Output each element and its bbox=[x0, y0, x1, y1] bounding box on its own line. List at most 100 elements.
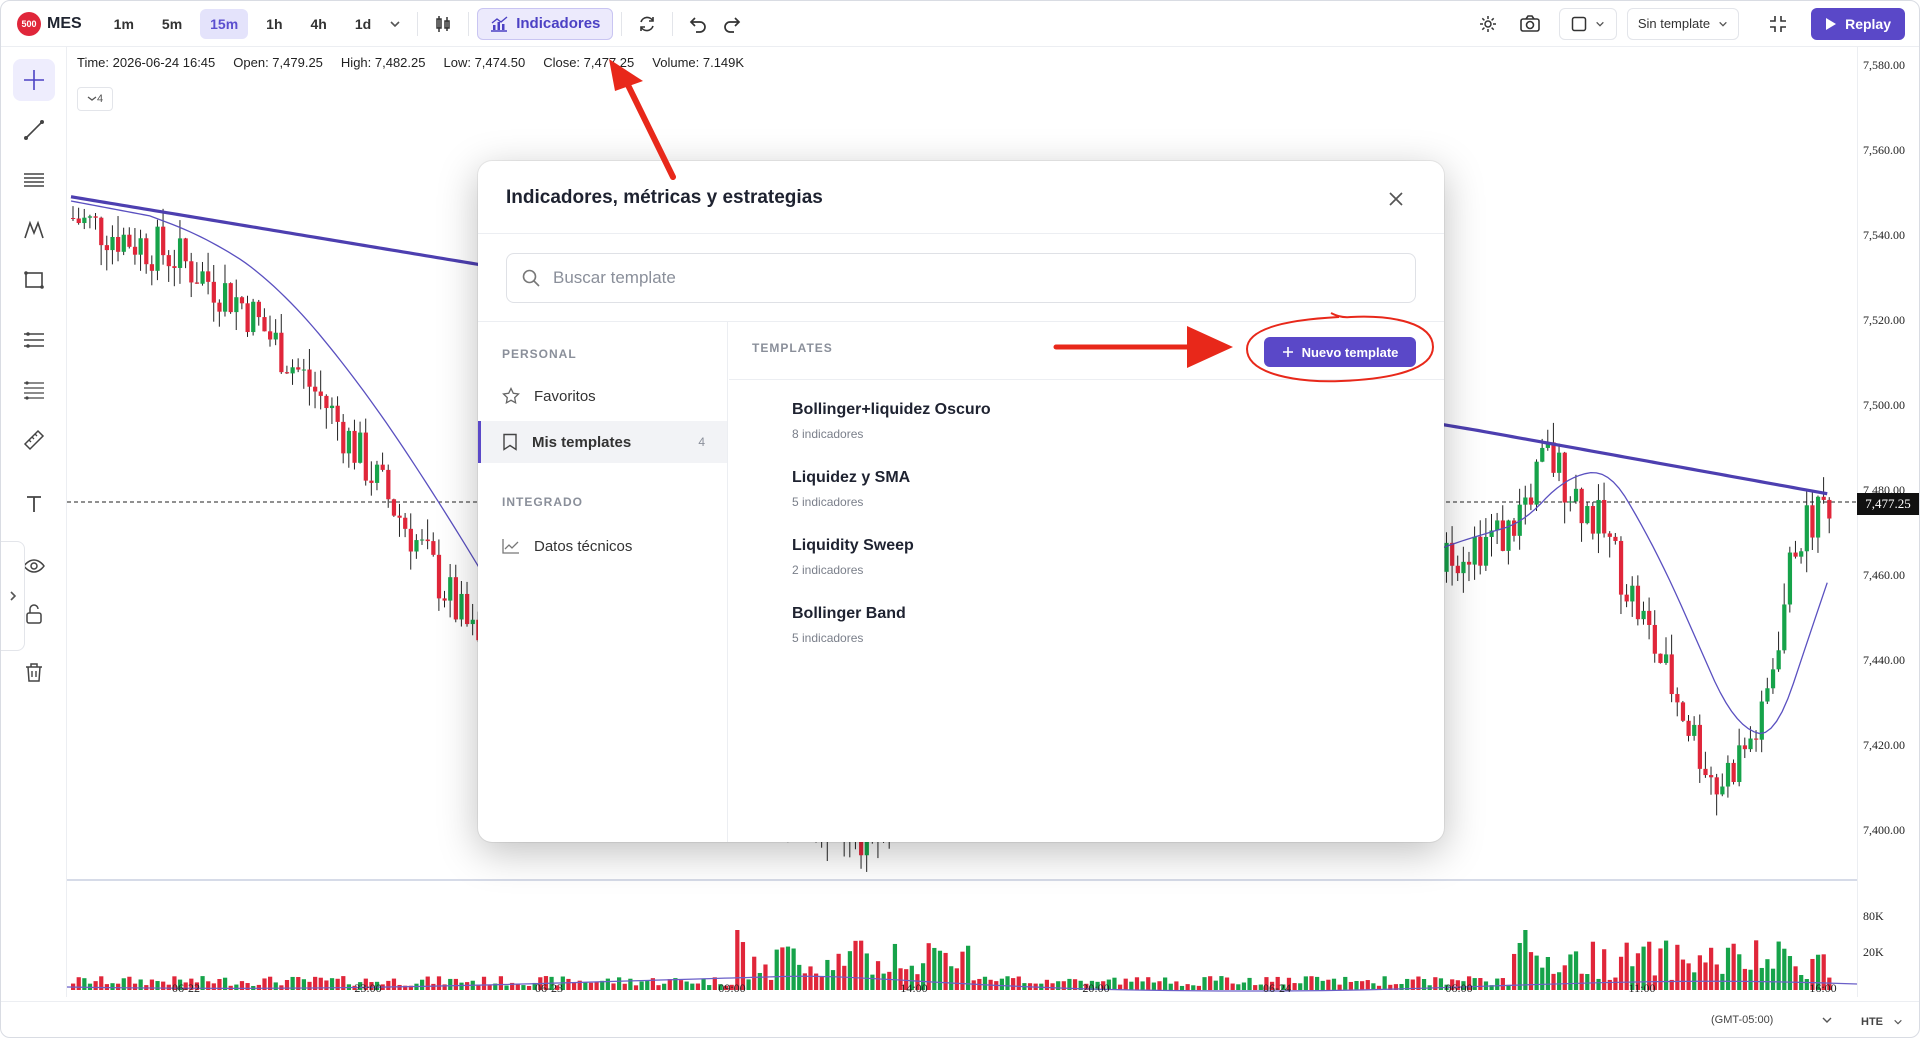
templates-header: TEMPLATES bbox=[752, 341, 833, 355]
new-template-button[interactable]: Nuevo template bbox=[1264, 337, 1416, 367]
timeframe-4h[interactable]: 4h bbox=[301, 9, 337, 39]
template-search-field[interactable] bbox=[506, 253, 1416, 303]
volume-bar bbox=[1191, 985, 1196, 990]
nav-mis-templates[interactable]: Mis templates 4 bbox=[478, 421, 727, 463]
volume-bar bbox=[1140, 981, 1145, 990]
redo-icon[interactable] bbox=[715, 7, 749, 41]
candle bbox=[1557, 443, 1562, 482]
candle bbox=[110, 225, 115, 265]
candle bbox=[329, 397, 335, 424]
volume-bar bbox=[1714, 964, 1719, 990]
trash-icon[interactable] bbox=[13, 651, 55, 693]
template-search-input[interactable] bbox=[553, 268, 1353, 288]
chevron-down-icon[interactable] bbox=[1821, 1014, 1833, 1026]
volume-bar bbox=[1050, 983, 1055, 990]
candle bbox=[166, 250, 171, 282]
line-chart-icon bbox=[502, 539, 519, 554]
crosshair-tool-icon[interactable] bbox=[13, 59, 55, 101]
text-tool-icon[interactable] bbox=[13, 483, 55, 525]
timezone-label[interactable]: (GMT-05:00) bbox=[1711, 1014, 1773, 1026]
volume-bar bbox=[583, 982, 588, 990]
timeframe-1d[interactable]: 1d bbox=[345, 9, 381, 39]
horizontal-lines-tool-icon[interactable] bbox=[13, 159, 55, 201]
symbol-badge: 500 bbox=[17, 11, 41, 36]
price-axis[interactable] bbox=[1857, 47, 1919, 997]
chevron-down-icon[interactable] bbox=[1893, 1017, 1903, 1027]
candle bbox=[217, 299, 222, 327]
undo-icon[interactable] bbox=[681, 7, 715, 41]
volume-bar bbox=[1016, 976, 1021, 990]
nav-datos-tecnicos[interactable]: Datos técnicos bbox=[478, 525, 727, 567]
candle bbox=[1759, 690, 1764, 753]
candle bbox=[1742, 737, 1748, 759]
template-item[interactable]: Liquidez y SMA 5 indicadores bbox=[792, 469, 1292, 509]
volume-bar bbox=[656, 985, 661, 990]
candle bbox=[211, 265, 216, 322]
volume-bar bbox=[1573, 951, 1579, 990]
volume-bar bbox=[1123, 978, 1128, 990]
fib-levels-tool-icon[interactable] bbox=[13, 319, 55, 361]
fullscreen-collapse-icon[interactable] bbox=[1761, 7, 1795, 41]
candle bbox=[1799, 548, 1804, 564]
candle bbox=[1545, 429, 1551, 451]
nav-favoritos[interactable]: Favoritos bbox=[478, 375, 727, 417]
volume-bar bbox=[1044, 979, 1050, 990]
volume-bar bbox=[324, 980, 329, 990]
symbol-selector[interactable]: 500 MES bbox=[17, 11, 82, 36]
session-mode-label[interactable]: HTE bbox=[1861, 1016, 1883, 1028]
play-icon bbox=[1826, 17, 1837, 30]
divider bbox=[478, 233, 1444, 234]
volume-bar bbox=[1134, 977, 1140, 990]
volume-bar bbox=[1697, 955, 1702, 990]
template-select[interactable]: Sin template bbox=[1626, 7, 1740, 40]
close-icon[interactable] bbox=[1384, 187, 1408, 211]
candlestick-type-icon[interactable] bbox=[426, 7, 460, 41]
layout-select[interactable] bbox=[1558, 7, 1617, 40]
candle bbox=[1703, 751, 1708, 778]
volume-bar bbox=[797, 964, 802, 990]
replay-button[interactable]: Replay bbox=[1811, 7, 1905, 40]
parallel-channel-tool-icon[interactable] bbox=[13, 369, 55, 411]
indicator-count-chip[interactable]: 4 bbox=[77, 87, 113, 111]
indicators-button[interactable]: Indicadores bbox=[477, 7, 614, 40]
candle bbox=[307, 348, 312, 406]
refresh-icon[interactable] bbox=[630, 7, 664, 41]
volume-bar bbox=[453, 978, 458, 990]
template-item[interactable]: Bollinger Band 5 indicadores bbox=[792, 605, 1292, 645]
volume-bar bbox=[1326, 979, 1331, 990]
volume-bar bbox=[690, 983, 695, 990]
candle bbox=[1450, 526, 1455, 586]
volume-bar bbox=[768, 979, 774, 990]
trend-line-tool-icon[interactable] bbox=[13, 109, 55, 151]
candle bbox=[177, 220, 183, 284]
template-item[interactable]: Liquidity Sweep 2 indicadores bbox=[792, 537, 1292, 577]
ruler-tool-icon[interactable] bbox=[13, 419, 55, 461]
template-item[interactable]: Bollinger+liquidez Oscuro 8 indicadores bbox=[792, 401, 1292, 441]
candle bbox=[279, 314, 284, 374]
volume-bar bbox=[1782, 948, 1787, 990]
rectangle-tool-icon[interactable] bbox=[13, 259, 55, 301]
volume-bar bbox=[662, 983, 667, 990]
timeframe-1h[interactable]: 1h bbox=[256, 9, 292, 39]
candle bbox=[391, 498, 397, 517]
timeframe-15m[interactable]: 15m bbox=[200, 8, 249, 39]
pattern-tool-icon[interactable] bbox=[13, 209, 55, 251]
candle bbox=[1714, 773, 1719, 816]
candle bbox=[1663, 637, 1669, 665]
timeframe-5m[interactable]: 5m bbox=[152, 9, 192, 39]
volume-bar bbox=[1011, 978, 1016, 990]
volume-bar bbox=[949, 966, 954, 990]
volume-bar bbox=[999, 978, 1004, 990]
candle bbox=[1725, 755, 1731, 798]
template-indicator-count: 8 indicadores bbox=[792, 427, 864, 441]
chevron-down-icon[interactable] bbox=[381, 7, 409, 41]
volume-bar bbox=[307, 981, 312, 990]
timeframe-1m[interactable]: 1m bbox=[104, 9, 144, 39]
candle bbox=[425, 519, 430, 550]
camera-icon[interactable] bbox=[1513, 7, 1547, 41]
volume-bar bbox=[1163, 977, 1168, 990]
candle bbox=[397, 503, 402, 537]
settings-gear-icon[interactable] bbox=[1471, 7, 1505, 41]
sidebar-expand-handle[interactable] bbox=[1, 541, 25, 651]
toolbar-divider bbox=[468, 11, 470, 36]
